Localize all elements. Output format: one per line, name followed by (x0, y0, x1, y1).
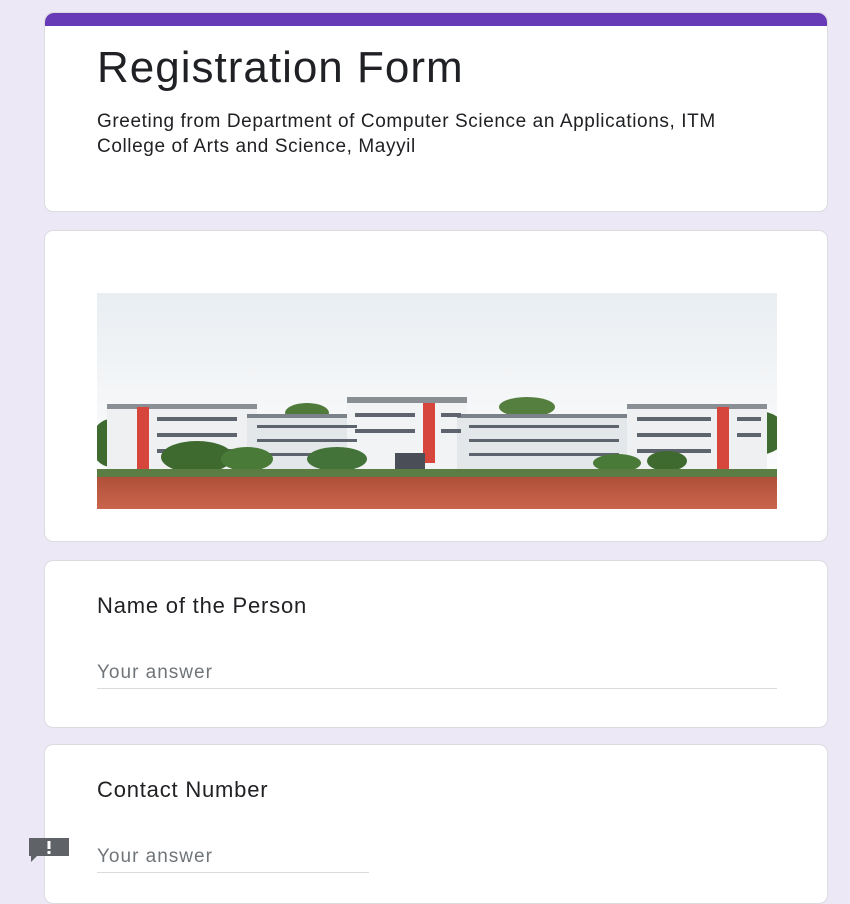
form-accent-bar (45, 13, 827, 26)
question-label-name: Name of the Person (97, 593, 308, 618)
form-description: Greeting from Department of Computer Sci… (97, 111, 716, 157)
question-label-contact: Contact Number (97, 777, 269, 802)
form-title: Registration Form (97, 43, 464, 92)
form-header-card: Registration Form Greeting from Departme… (44, 12, 828, 212)
report-feedback-icon[interactable] (27, 836, 71, 864)
header-image-card (44, 230, 828, 542)
question-card-name: Name of the Person (44, 560, 828, 728)
question-card-contact: Contact Number (44, 744, 828, 904)
college-building-photo (97, 293, 777, 509)
contact-answer-input[interactable] (97, 841, 369, 873)
name-answer-input[interactable] (97, 657, 777, 689)
